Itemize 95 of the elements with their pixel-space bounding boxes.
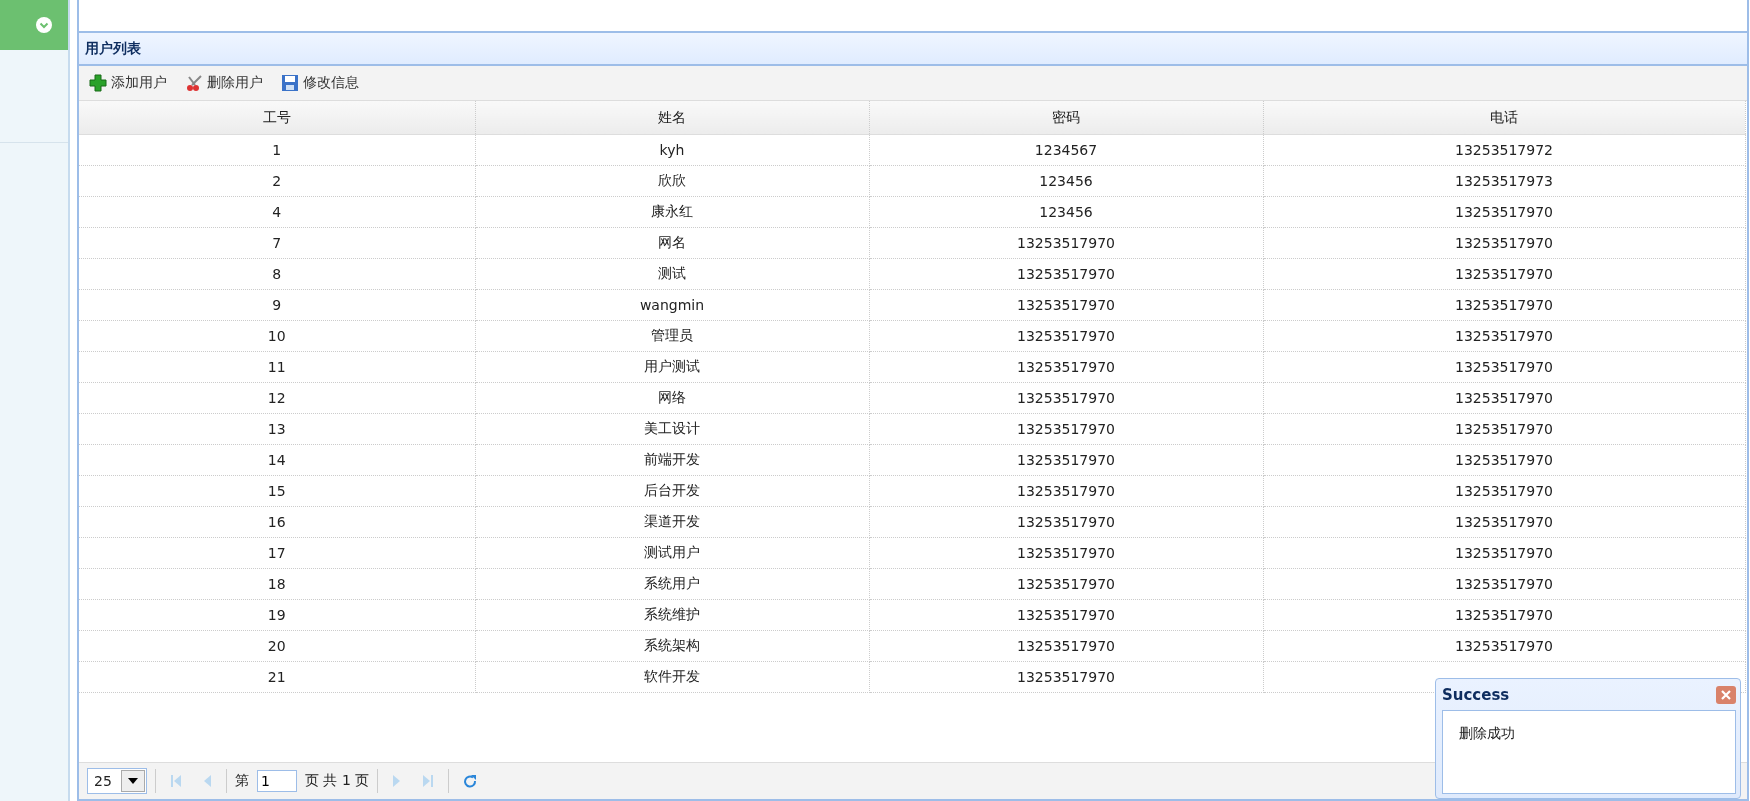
table-cell: 13253517970 [1263,599,1745,631]
previous-page-icon [202,774,212,788]
table-cell: 17 [79,537,475,569]
column-header[interactable]: 工号 [79,101,475,135]
table-cell: 13253517970 [869,444,1263,476]
table-cell: 13253517970 [869,568,1263,600]
table-cell: kyh [475,134,869,166]
table-cell: 13253517970 [1263,258,1745,290]
table-cell: 13253517970 [869,661,1263,693]
close-button[interactable] [1716,685,1736,704]
table-cell: 系统维护 [475,599,869,631]
toolbar-button[interactable]: 添加用户 [87,72,169,94]
toolbar-button[interactable]: 删除用户 [183,72,265,94]
table-cell: 13253517970 [869,320,1263,352]
table-cell: 网名 [475,227,869,259]
table-cell: 4 [79,196,475,228]
table-cell: 前端开发 [475,444,869,476]
table-cell: 10 [79,320,475,352]
table-cell: 14 [79,444,475,476]
table-cell: 13253517970 [1263,506,1745,538]
last-page-icon [422,774,435,788]
table-cell: 123456 [869,196,1263,228]
table-cell: 13253517973 [1263,165,1745,197]
table-cell: 13253517972 [1263,134,1745,166]
table-cell: 13253517970 [869,382,1263,414]
table-cell: 1234567 [869,134,1263,166]
page-total-label: 页 共 1 页 [305,772,370,790]
table-cell: 13253517970 [1263,227,1745,259]
table-cell: 19 [79,599,475,631]
table-cell: 13253517970 [1263,630,1745,662]
column-header[interactable]: 密码 [869,101,1263,135]
toolbar-button[interactable]: 修改信息 [279,72,361,94]
table-cell: 网络 [475,382,869,414]
first-page-icon [170,774,182,788]
table-cell: 13253517970 [1263,351,1745,383]
table-cell: 用户测试 [475,351,869,383]
table-cell: 系统架构 [475,630,869,662]
table-cell: 15 [79,475,475,507]
table-cell: 测试 [475,258,869,290]
table-cell: 13253517970 [1263,382,1745,414]
table-cell: 123456 [869,165,1263,197]
table-cell: 2 [79,165,475,197]
page-number-field[interactable]: 1 [257,770,297,792]
chevron-down-icon[interactable] [36,17,52,33]
table-cell: 13253517970 [869,227,1263,259]
table-cell: 8 [79,258,475,290]
scissors-icon [185,74,203,92]
table-cell: 13253517970 [1263,475,1745,507]
panel-title: 用户列表 [85,39,141,58]
table-cell: 后台开发 [475,475,869,507]
table-cell: 欣欣 [475,165,869,197]
table-cell: 13253517970 [1263,537,1745,569]
close-icon[interactable] [1721,689,1731,700]
table-cell: 13253517970 [1263,444,1745,476]
table-cell: 管理员 [475,320,869,352]
page-size-select[interactable]: 25 [87,768,147,794]
table-cell: 13253517970 [1263,568,1745,600]
popup-title: Success [1442,685,1510,704]
table-cell: 13253517970 [869,537,1263,569]
table-cell: 21 [79,661,475,693]
table-cell: 13253517970 [869,351,1263,383]
table-cell: 9 [79,289,475,321]
table-cell: 7 [79,227,475,259]
refresh-icon [463,774,478,788]
table-cell: 13253517970 [869,258,1263,290]
table-cell: 13253517970 [869,599,1263,631]
page-label: 第 [235,772,249,790]
table-cell: 18 [79,568,475,600]
table-cell: wangmin [475,289,869,321]
table-cell: 13 [79,413,475,445]
table-cell: 1 [79,134,475,166]
table-cell: 软件开发 [475,661,869,693]
table-cell: 13253517970 [869,413,1263,445]
table-cell: 13253517970 [869,506,1263,538]
table-cell: 13253517970 [869,289,1263,321]
table-cell: 16 [79,506,475,538]
table-cell: 13253517970 [869,630,1263,662]
plus-icon [89,74,107,92]
table-cell: 13253517970 [1263,289,1745,321]
table-cell: 13253517970 [869,475,1263,507]
table-cell: 美工设计 [475,413,869,445]
table-cell: 12 [79,382,475,414]
column-header[interactable]: 姓名 [475,101,869,135]
column-header[interactable]: 电话 [1263,101,1745,135]
table-cell: 20 [79,630,475,662]
table-cell: 渠道开发 [475,506,869,538]
table-cell: 11 [79,351,475,383]
table-cell: 系统用户 [475,568,869,600]
table-cell: 13253517970 [1263,196,1745,228]
caret-down-icon[interactable] [128,778,138,784]
popup-message: 删除成功 [1459,725,1515,741]
table-cell: 测试用户 [475,537,869,569]
table-cell: 康永红 [475,196,869,228]
table-cell: 13253517970 [1263,413,1745,445]
table-cell: 13253517970 [1263,320,1745,352]
